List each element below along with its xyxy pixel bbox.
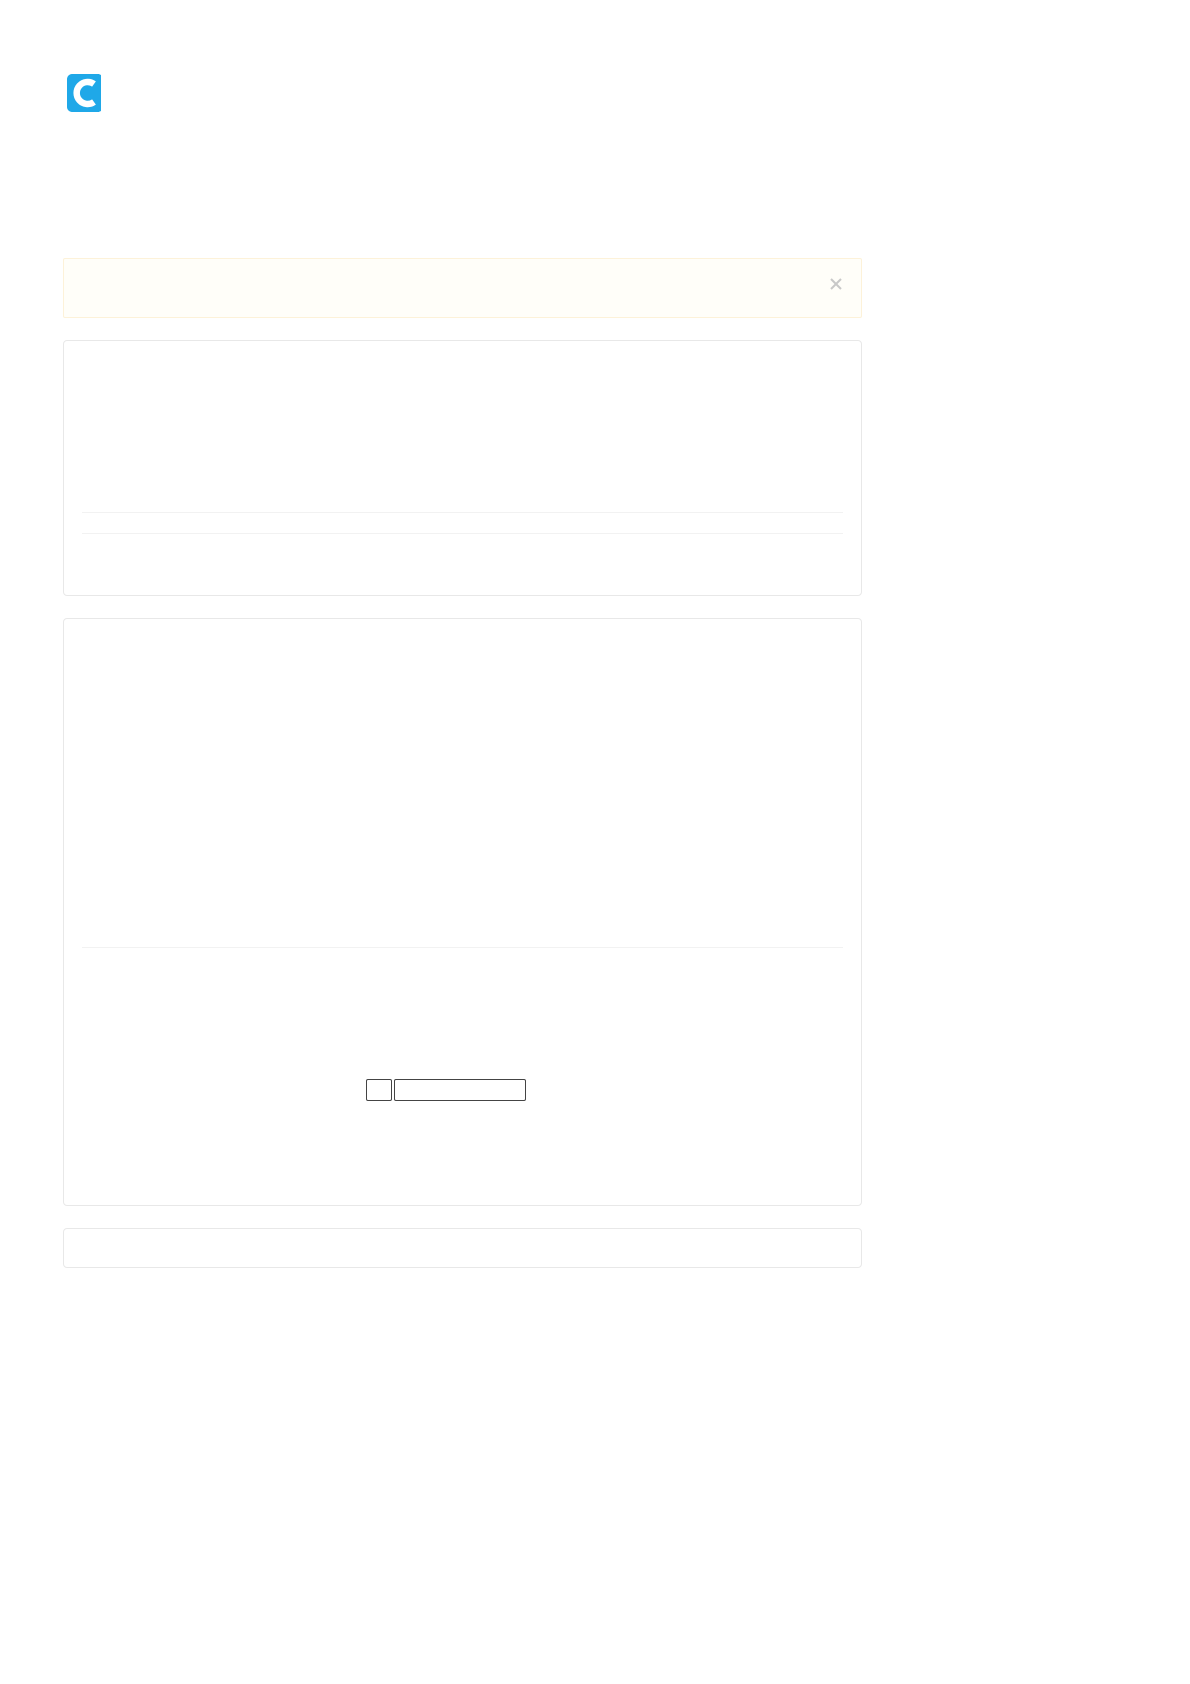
alert-banner [63, 258, 862, 318]
divider [82, 512, 843, 513]
logo[interactable] [65, 72, 107, 114]
close-icon[interactable] [829, 277, 843, 291]
divider [82, 947, 843, 948]
divider [82, 533, 843, 534]
text-input[interactable] [394, 1079, 526, 1101]
card-footer [63, 1228, 862, 1268]
card-summary [63, 340, 862, 596]
card-details [63, 618, 862, 1206]
control-group [366, 1079, 526, 1101]
checkbox-input[interactable] [366, 1079, 392, 1101]
